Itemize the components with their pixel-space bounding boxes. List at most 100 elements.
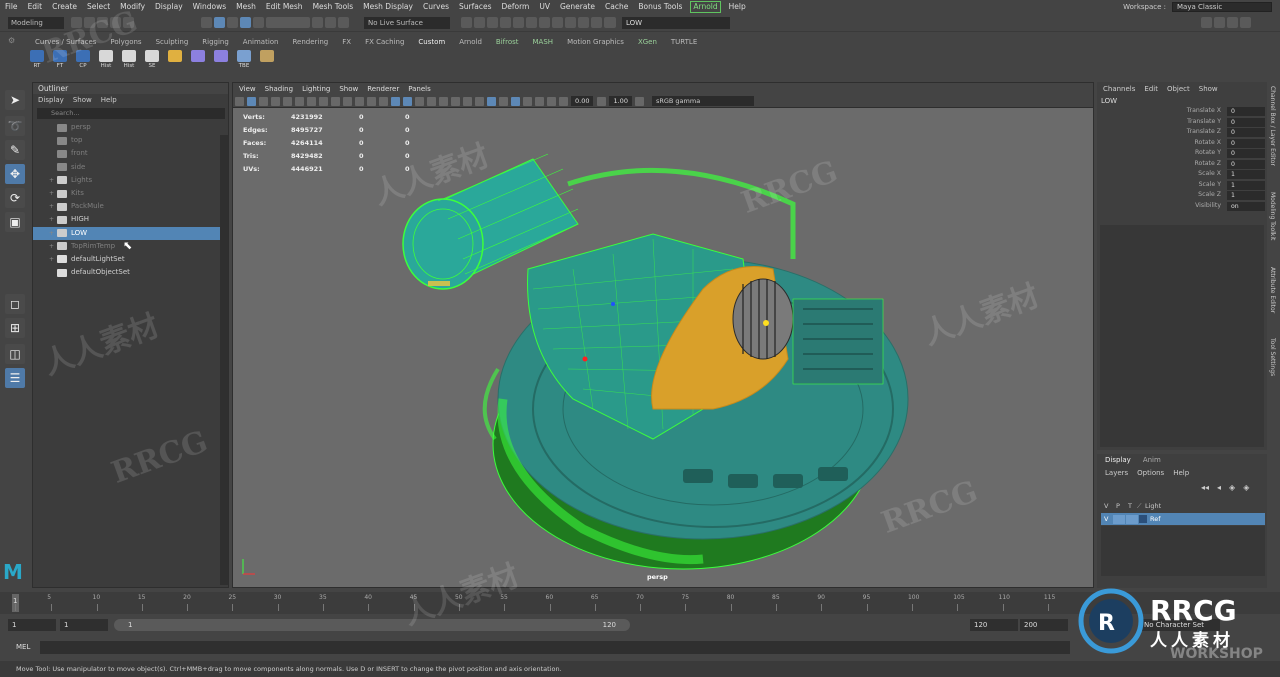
shelf-tab-animation[interactable]: Animation — [236, 36, 286, 48]
use-all-lights-icon[interactable] — [438, 96, 448, 106]
grease-pencil-icon[interactable] — [294, 96, 304, 106]
layer-editor-menu-layers[interactable]: Layers — [1105, 467, 1128, 479]
mel-label[interactable]: MEL — [16, 643, 30, 651]
menu-item-display[interactable]: Display — [150, 0, 188, 14]
move-layer-down-icon[interactable]: ◂ — [1217, 483, 1221, 492]
shelf-tab-arnold[interactable]: Arnold — [452, 36, 489, 48]
channel-attr-row[interactable]: Translate X 0 — [1097, 106, 1267, 117]
expand-toggle-icon[interactable]: + — [49, 174, 57, 187]
range-bar[interactable]: 1 120 — [114, 619, 630, 631]
channel-attr-name[interactable]: Scale Z — [1198, 190, 1221, 201]
channel-attr-value[interactable]: on — [1227, 201, 1265, 211]
workspace-dropdown[interactable]: Maya Classic — [1172, 2, 1272, 12]
viewport-menu-renderer[interactable]: Renderer — [367, 83, 399, 95]
menu-help[interactable]: Help — [724, 0, 751, 14]
xray-components-icon[interactable] — [546, 96, 556, 106]
toggle-modeling-toolkit-icon[interactable] — [1201, 17, 1212, 28]
layer-visibility-toggle[interactable]: V — [1101, 500, 1113, 512]
viewport-menu-show[interactable]: Show — [339, 83, 358, 95]
toggle-channel-box-icon[interactable] — [1240, 17, 1251, 28]
channel-attr-name[interactable]: Translate Y — [1187, 117, 1221, 128]
lookdev-icon[interactable] — [591, 17, 602, 28]
grid-icon[interactable] — [306, 96, 316, 106]
mask-icon-1[interactable] — [240, 17, 251, 28]
depth-of-field-icon[interactable] — [498, 96, 508, 106]
animation-start-field[interactable]: 1 — [8, 619, 56, 631]
menu-item-cache[interactable]: Cache — [600, 0, 633, 14]
menu-item-mesh[interactable]: Mesh — [231, 0, 261, 14]
expand-toggle-icon[interactable]: + — [49, 227, 57, 240]
two-pane-layout-icon[interactable]: ◫ — [5, 344, 25, 364]
xray-icon[interactable] — [522, 96, 532, 106]
channel-box-menu-object[interactable]: Object — [1167, 82, 1190, 96]
toggle-attribute-editor-icon[interactable] — [1214, 17, 1225, 28]
menu-item-deform[interactable]: Deform — [496, 0, 534, 14]
outliner-menu-help[interactable]: Help — [101, 94, 117, 106]
channel-attr-value[interactable]: 1 — [1227, 170, 1265, 179]
side-tab-tool-settings[interactable]: Tool Settings — [1269, 338, 1276, 376]
layer-playback-toggle[interactable] — [1113, 514, 1125, 524]
layer-color-icon[interactable] — [1139, 515, 1147, 523]
gamma-field[interactable]: 1.00 — [609, 96, 632, 106]
shelf-tab-sculpting[interactable]: Sculpting — [149, 36, 196, 48]
channel-attr-value[interactable]: 0 — [1227, 107, 1265, 116]
toggle-tool-settings-icon[interactable] — [1227, 17, 1238, 28]
shelf-tab-fx-caching[interactable]: FX Caching — [358, 36, 411, 48]
safe-title-icon[interactable] — [378, 96, 388, 106]
menu-item-surfaces[interactable]: Surfaces — [454, 0, 496, 14]
expand-toggle-icon[interactable]: + — [49, 240, 57, 253]
menu-arnold[interactable]: Arnold — [690, 1, 721, 13]
channel-attr-name[interactable]: Rotate X — [1195, 138, 1221, 149]
outliner-item[interactable]: top — [33, 134, 228, 147]
side-tab-modeling-toolkit[interactable]: Modeling Toolkit — [1269, 192, 1276, 240]
outliner-item[interactable]: + Lights — [33, 174, 228, 187]
shelf-tab-motion-graphics[interactable]: Motion Graphics — [560, 36, 631, 48]
shelf-tool-icon[interactable] — [212, 50, 230, 72]
outliner-scrollbar[interactable] — [220, 135, 228, 585]
color-space-dropdown[interactable]: sRGB gamma — [651, 96, 754, 106]
outliner-item[interactable]: + PackMule — [33, 200, 228, 213]
field-chart-icon[interactable] — [354, 96, 364, 106]
arnold-ipr-icon[interactable] — [552, 17, 563, 28]
layer-type-toggle[interactable] — [1126, 514, 1138, 524]
channel-attr-value[interactable]: 0 — [1227, 149, 1265, 158]
new-layer-icon[interactable]: ◈ — [1229, 483, 1235, 492]
image-plane-icon[interactable] — [270, 96, 280, 106]
animation-end-field[interactable]: 200 — [1020, 619, 1068, 631]
xray-joints-icon[interactable] — [534, 96, 544, 106]
outliner-item[interactable]: front — [33, 147, 228, 160]
channel-attr-name[interactable]: Scale Y — [1199, 180, 1221, 191]
snap-curve-icon[interactable] — [286, 17, 297, 28]
live-surface-field[interactable]: No Live Surface — [364, 17, 450, 29]
arnold-view-icon[interactable] — [565, 17, 576, 28]
shelf-tab-rendering[interactable]: Rendering — [285, 36, 335, 48]
channel-attr-name[interactable]: Translate Z — [1187, 127, 1221, 138]
playback-end-field[interactable]: 120 — [970, 619, 1018, 631]
layer-editor-menu-options[interactable]: Options — [1137, 467, 1164, 479]
mode-dropdown[interactable]: Modeling — [8, 17, 64, 29]
layer-name[interactable]: Light — [1145, 500, 1161, 512]
select-hierarchy-icon[interactable] — [201, 17, 212, 28]
textured-icon[interactable] — [426, 96, 436, 106]
gate-mask-icon[interactable] — [342, 96, 352, 106]
channel-attr-value[interactable]: 0 — [1227, 117, 1265, 127]
move-layer-up-icon[interactable]: ◂◂ — [1201, 483, 1209, 492]
snap-point-icon[interactable] — [299, 17, 310, 28]
outliner-item[interactable]: defaultObjectSet — [33, 266, 228, 279]
channel-attr-value[interactable]: 1 — [1227, 191, 1265, 200]
ambient-occlusion-icon[interactable] — [462, 96, 472, 106]
shelf-tool-icon[interactable] — [166, 50, 184, 72]
menu-item-edit[interactable]: Edit — [23, 0, 48, 14]
render-view-icon[interactable] — [526, 17, 537, 28]
viewport-menu-lighting[interactable]: Lighting — [302, 83, 330, 95]
menu-item-windows[interactable]: Windows — [188, 0, 231, 14]
camera-attributes-icon[interactable] — [246, 96, 256, 106]
channel-attr-row[interactable]: Scale Z 1 — [1097, 190, 1267, 201]
channel-attr-value[interactable]: 0 — [1227, 159, 1265, 169]
menu-item-edit-mesh[interactable]: Edit Mesh — [261, 0, 308, 14]
menu-item-create[interactable]: Create — [47, 0, 82, 14]
render-frame-icon[interactable] — [474, 17, 485, 28]
exposure-field[interactable]: 0.00 — [571, 96, 594, 106]
shelf-tab-mash[interactable]: MASH — [526, 36, 561, 48]
mask-icon-2[interactable] — [253, 17, 264, 28]
